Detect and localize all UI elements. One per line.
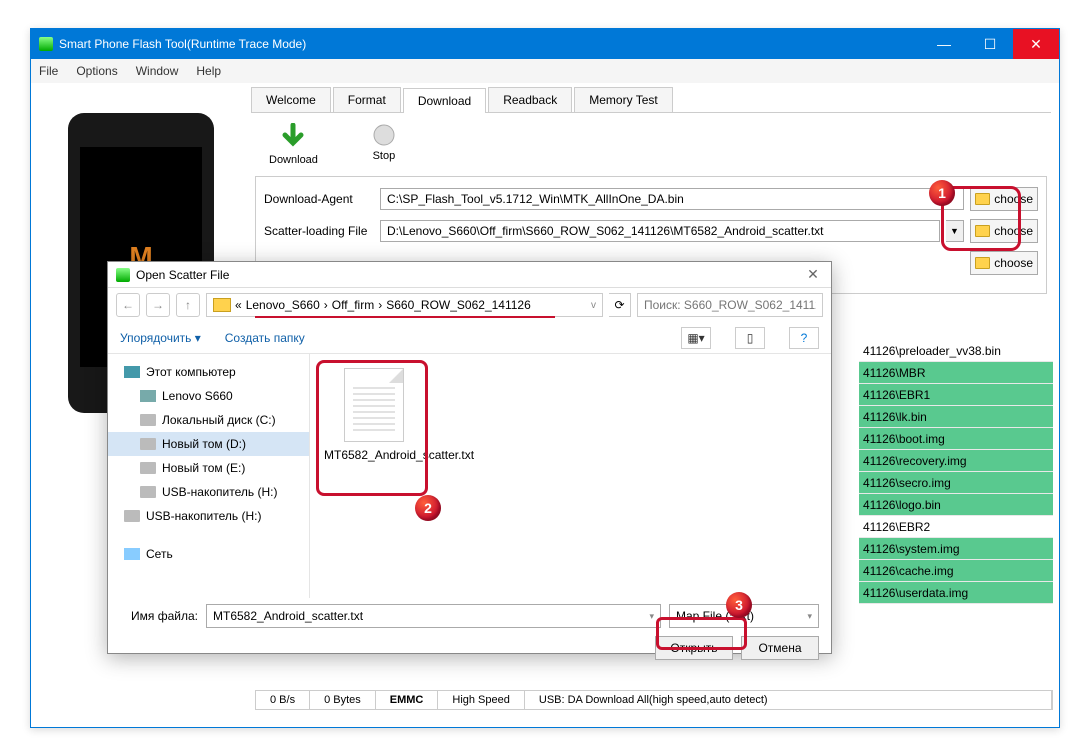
table-row[interactable]: 41126\logo.bin [859, 494, 1053, 516]
annotation-badge-3: 3 [726, 592, 752, 618]
filename-label: Имя файла: [120, 609, 198, 623]
new-folder-button[interactable]: Создать папку [225, 331, 305, 345]
menu-window[interactable]: Window [136, 64, 179, 78]
table-row[interactable]: 41126\system.img [859, 538, 1053, 560]
tree-drive-h[interactable]: USB-накопитель (H:) [108, 480, 309, 504]
annotation-badge-2: 2 [415, 495, 441, 521]
table-row[interactable]: 41126\recovery.img [859, 450, 1053, 472]
da-label: Download-Agent [264, 192, 374, 206]
tree-drive-e[interactable]: Новый том (E:) [108, 456, 309, 480]
drive-icon [140, 462, 156, 474]
file-item-scatter[interactable]: MT6582_Android_scatter.txt [324, 368, 424, 462]
dialog-close-button[interactable]: ✕ [795, 266, 831, 283]
crumb-item[interactable]: Lenovo_S660 [246, 298, 320, 312]
close-button[interactable]: ✕ [1013, 29, 1059, 59]
drive-icon [140, 486, 156, 498]
filename-input[interactable]: MT6582_Android_scatter.txt▾ [206, 604, 661, 628]
tree-drive-h2[interactable]: USB-накопитель (H:) [108, 504, 309, 528]
status-highspeed: High Speed [438, 691, 525, 709]
partition-table: 41126\preloader_vv38.bin 41126\MBR 41126… [859, 340, 1053, 604]
download-arrow-icon [279, 123, 307, 151]
table-row[interactable]: 41126\MBR [859, 362, 1053, 384]
table-row[interactable]: 41126\userdata.img [859, 582, 1053, 604]
preview-pane-button[interactable]: ▯ [735, 327, 765, 349]
table-row[interactable]: 41126\boot.img [859, 428, 1053, 450]
device-icon [140, 390, 156, 402]
network-icon [124, 548, 140, 560]
tab-format[interactable]: Format [333, 87, 401, 112]
tab-welcome[interactable]: Welcome [251, 87, 331, 112]
titlebar: Smart Phone Flash Tool(Runtime Trace Mod… [31, 29, 1059, 59]
scatter-input[interactable] [380, 220, 940, 242]
scatter-dropdown[interactable]: ▼ [946, 220, 964, 242]
menubar: File Options Window Help [31, 59, 1059, 83]
tree-drive-c[interactable]: Локальный диск (C:) [108, 408, 309, 432]
annotation-badge-1: 1 [929, 180, 955, 206]
da-choose-button[interactable]: choose [970, 187, 1038, 211]
drive-icon [140, 414, 156, 426]
scatter-label: Scatter-loading File [264, 224, 374, 238]
status-speed: 0 B/s [256, 691, 310, 709]
nav-forward-button[interactable]: → [146, 293, 170, 317]
tree-computer[interactable]: Этот компьютер [108, 360, 309, 384]
stop-icon [372, 123, 396, 147]
tab-memory-test[interactable]: Memory Test [574, 87, 672, 112]
auth-choose-button[interactable]: choose [970, 251, 1038, 275]
tree-device[interactable]: Lenovo S660 [108, 384, 309, 408]
table-row[interactable]: 41126\cache.img [859, 560, 1053, 582]
status-mode: USB: DA Download All(high speed,auto det… [525, 691, 1052, 709]
annotation-underline [255, 316, 555, 318]
table-row[interactable]: 41126\EBR2 [859, 516, 1053, 538]
crumb-item[interactable]: Off_firm [332, 298, 374, 312]
breadcrumb[interactable]: « Lenovo_S660 › Off_firm › S660_ROW_S062… [206, 293, 603, 317]
table-row[interactable]: 41126\secro.img [859, 472, 1053, 494]
nav-up-button[interactable]: ↑ [176, 293, 200, 317]
scatter-choose-button[interactable]: choose [970, 219, 1038, 243]
table-row[interactable]: 41126\lk.bin [859, 406, 1053, 428]
stop-button[interactable]: Stop [372, 123, 396, 166]
help-button[interactable]: ? [789, 327, 819, 349]
drive-icon [124, 510, 140, 522]
cancel-button[interactable]: Отмена [741, 636, 819, 660]
file-list-pane[interactable]: MT6582_Android_scatter.txt [310, 354, 831, 598]
dialog-icon [116, 268, 130, 282]
window-title: Smart Phone Flash Tool(Runtime Trace Mod… [59, 37, 306, 51]
status-bar: 0 B/s 0 Bytes EMMC High Speed USB: DA Do… [255, 690, 1053, 710]
tab-download[interactable]: Download [403, 88, 486, 113]
tab-readback[interactable]: Readback [488, 87, 572, 112]
folder-icon [213, 298, 231, 312]
download-button[interactable]: Download [269, 123, 318, 166]
app-icon [39, 37, 53, 51]
table-row[interactable]: 41126\EBR1 [859, 384, 1053, 406]
folder-icon [975, 193, 990, 205]
tree-network[interactable]: Сеть [108, 542, 309, 566]
drive-icon [140, 438, 156, 450]
nav-back-button[interactable]: ← [116, 293, 140, 317]
folder-icon [975, 225, 990, 237]
computer-icon [124, 366, 140, 378]
menu-options[interactable]: Options [76, 64, 117, 78]
tab-bar: Welcome Format Download Readback Memory … [251, 87, 1051, 113]
da-input[interactable] [380, 188, 964, 210]
open-button[interactable]: Открыть [655, 636, 733, 660]
refresh-button[interactable]: ⟳ [609, 293, 631, 317]
table-row[interactable]: 41126\preloader_vv38.bin [859, 340, 1053, 362]
view-mode-button[interactable]: ▦▾ [681, 327, 711, 349]
status-emmc: EMMC [376, 691, 439, 709]
organize-menu[interactable]: Упорядочить ▾ [120, 331, 201, 345]
folder-icon [975, 257, 990, 269]
folder-tree: Этот компьютер Lenovo S660 Локальный дис… [108, 354, 310, 598]
status-size: 0 Bytes [310, 691, 376, 709]
menu-help[interactable]: Help [196, 64, 221, 78]
search-input[interactable] [637, 293, 823, 317]
text-file-icon [344, 368, 404, 442]
tree-drive-d[interactable]: Новый том (D:) [108, 432, 309, 456]
maximize-button[interactable]: ☐ [967, 29, 1013, 59]
dialog-title: Open Scatter File [136, 268, 229, 282]
minimize-button[interactable]: — [921, 29, 967, 59]
open-file-dialog: Open Scatter File ✕ ← → ↑ « Lenovo_S660 … [107, 261, 832, 654]
menu-file[interactable]: File [39, 64, 58, 78]
crumb-item[interactable]: S660_ROW_S062_141126 [386, 298, 531, 312]
